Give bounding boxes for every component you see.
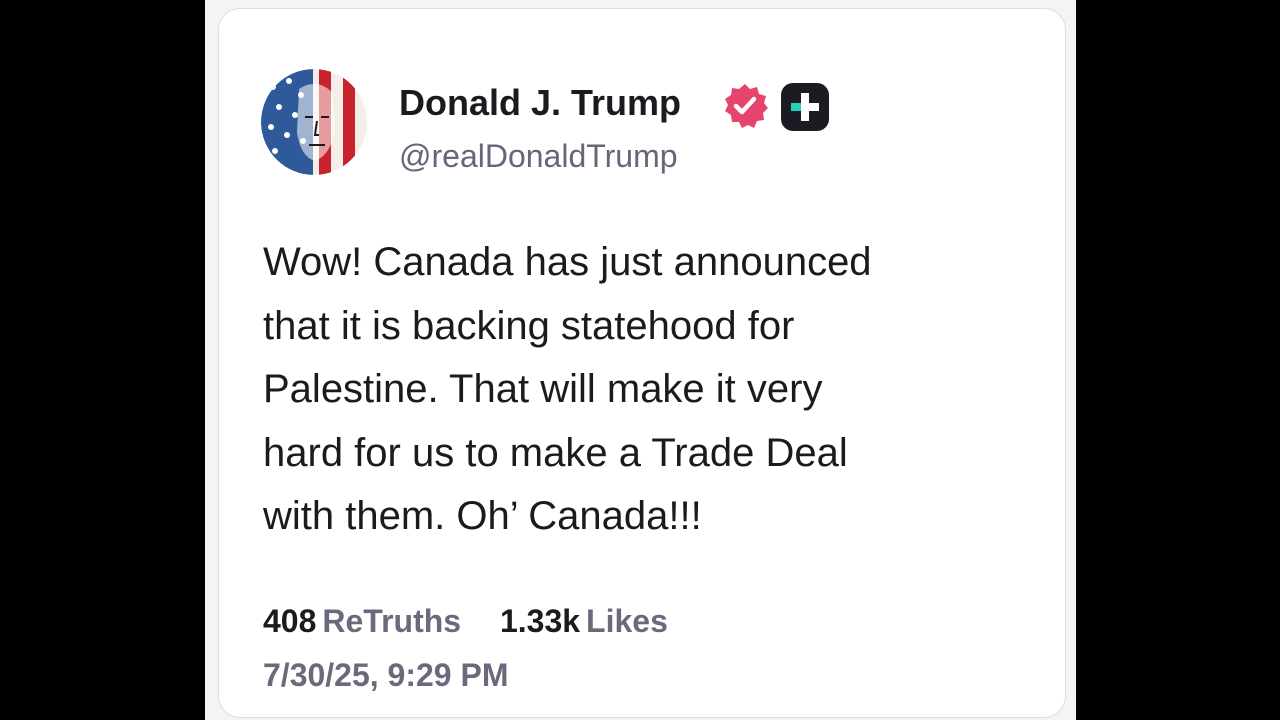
- post-text-line: with them. Oh’ Canada!!!: [263, 494, 702, 538]
- screenshot-stage: Donald J. Trump @realDonaldTrump Wow! Ca…: [0, 0, 1280, 720]
- post-timestamp[interactable]: 7/30/25, 9:29 PM: [263, 655, 508, 695]
- truth-post-card[interactable]: Donald J. Trump @realDonaldTrump Wow! Ca…: [218, 8, 1066, 718]
- post-text-line: Palestine. That will make it very: [263, 367, 823, 411]
- plus-badge-icon[interactable]: [781, 83, 829, 131]
- flag-portrait-avatar-icon: [261, 69, 367, 175]
- retruths-stat[interactable]: 408 ReTruths: [263, 601, 461, 641]
- author-display-name[interactable]: Donald J. Trump: [399, 81, 681, 125]
- likes-stat[interactable]: 1.33k Likes: [500, 601, 668, 641]
- verified-badge-icon: [721, 82, 769, 130]
- likes-count: 1.33k: [499, 603, 581, 639]
- retruths-label: ReTruths: [322, 603, 462, 639]
- post-text-line: that it is backing statehood for: [263, 303, 795, 348]
- author-handle[interactable]: @realDonaldTrump: [399, 136, 678, 176]
- post-stats: 408 ReTruths 1.33k Likes: [263, 601, 698, 641]
- avatar[interactable]: [261, 69, 367, 175]
- post-text-line: hard for us to make a Trade Deal: [263, 430, 848, 475]
- post-body: Wow! Canada has just announced that it i…: [263, 231, 1043, 549]
- retruths-count: 408: [263, 603, 317, 639]
- likes-label: Likes: [586, 603, 668, 639]
- post-text-line: Wow! Canada has just announced: [263, 240, 872, 284]
